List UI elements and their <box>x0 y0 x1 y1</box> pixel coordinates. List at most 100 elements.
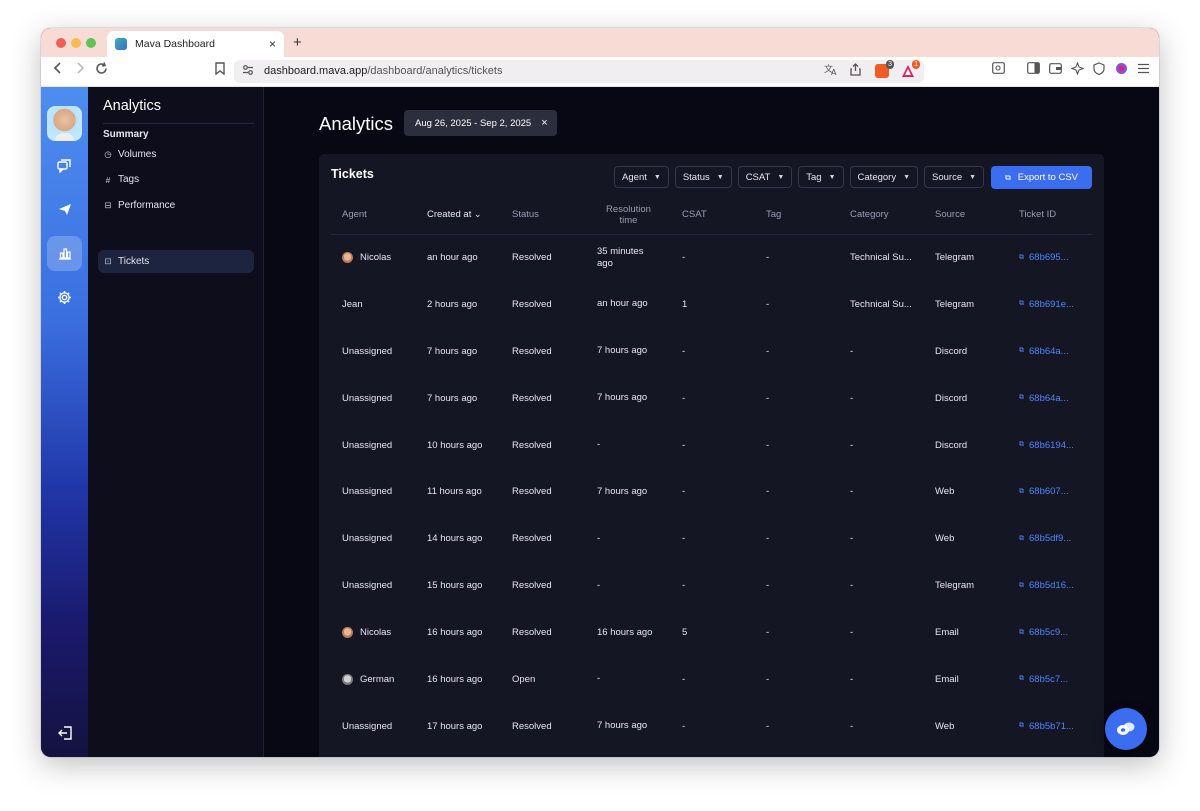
ticket-id-link[interactable]: ⧉ 68b607... <box>1019 486 1092 497</box>
maximize-window-button[interactable] <box>86 38 96 48</box>
ticket-id-link[interactable]: ⧉ 68b5c7... <box>1019 674 1092 685</box>
table-row[interactable]: Nicolas an hour ago Resolved 35 minutes ago… <box>331 234 1092 281</box>
cell-resolution-time-text: 7 hours ago <box>597 485 648 497</box>
cell-source-text: Web <box>935 486 955 498</box>
cell-csat-text: - <box>682 720 686 732</box>
filter-tag-dropdown[interactable]: Tag ▼ <box>798 166 844 188</box>
chevron-down-icon: ▼ <box>828 173 836 181</box>
ticket-id-link[interactable]: ⧉ 68b695... <box>1019 252 1092 263</box>
column-header-status[interactable]: Status <box>501 196 586 235</box>
cell-tag: - <box>755 562 839 609</box>
filter-status-dropdown[interactable]: Status ▼ <box>674 166 732 188</box>
site-settings-icon[interactable] <box>242 64 254 79</box>
reader-mode-icon[interactable] <box>989 62 1007 77</box>
sidebar-item-performance[interactable]: ⊟ Performance <box>98 194 254 217</box>
cell-agent: Nicolas <box>331 234 416 281</box>
analytics-nav-button[interactable] <box>47 236 82 271</box>
cell-category: - <box>839 562 924 609</box>
cell-created-at-text: 17 hours ago <box>427 720 483 732</box>
sidebar-item-tickets[interactable]: ⊡ Tickets <box>98 250 254 273</box>
ticket-id-link[interactable]: ⧉ 68b64a... <box>1019 393 1092 404</box>
table-row[interactable]: German 16 hours ago Open - - - - Email ⧉ 68b5c7..… <box>331 656 1092 703</box>
menu-icon[interactable] <box>1134 62 1152 77</box>
table-row[interactable]: Unassigned 11 hours ago Resolved 7 hours ag… <box>331 468 1092 515</box>
filter-agent-dropdown[interactable]: Agent ▼ <box>614 166 669 188</box>
cell-created-at-text: 11 hours ago <box>427 486 482 498</box>
vpn-shield-icon[interactable] <box>1090 62 1108 78</box>
share-icon[interactable] <box>850 63 861 79</box>
ticket-id-link[interactable]: ⧉ 68b64a... <box>1019 346 1092 357</box>
cell-source: Telegram <box>924 234 1008 281</box>
minimize-window-button[interactable] <box>71 38 81 48</box>
column-header-csat[interactable]: CSAT <box>671 196 755 235</box>
column-header-created-at[interactable]: Created at ⌄ <box>416 196 501 235</box>
column-header-resolution-time[interactable]: Resolution time <box>586 196 671 235</box>
ticket-id-text: 68b5df9... <box>1029 533 1072 545</box>
cell-ticket-id: ⧉ 68b64a... <box>1008 328 1092 375</box>
filter-category-dropdown[interactable]: Category ▼ <box>849 166 919 188</box>
sidebar-toggle-icon[interactable] <box>1024 62 1042 77</box>
table-row[interactable]: Nicolas 16 hours ago Resolved 16 hours ago 5… <box>331 609 1092 656</box>
table-row[interactable]: Unassigned 14 hours ago Resolved - - - - Web ⧉ 68… <box>331 515 1092 562</box>
back-icon[interactable] <box>49 62 67 77</box>
broadcast-nav-button[interactable] <box>47 192 82 227</box>
tab-close-icon[interactable]: × <box>269 37 276 51</box>
cell-category-text: - <box>850 533 854 545</box>
clear-date-icon[interactable]: × <box>541 117 547 129</box>
ticket-id-link[interactable]: ⧉ 68b6194... <box>1019 440 1092 451</box>
address-bar[interactable]: dashboard.mava.app/dashboard/analytics/t… <box>234 60 924 83</box>
table-row[interactable]: Unassigned 10 hours ago Resolved - - - - Discor… <box>331 422 1092 469</box>
column-header-source[interactable]: Source <box>924 196 1008 235</box>
profile-icon[interactable] <box>1112 62 1130 78</box>
pie-icon: ◷ <box>104 149 112 159</box>
reload-icon[interactable] <box>92 62 110 78</box>
agent-name: Unassigned <box>342 720 393 732</box>
column-header-agent[interactable]: Agent <box>331 196 416 235</box>
bookmark-icon[interactable] <box>211 62 229 78</box>
table-row[interactable]: Unassigned 7 hours ago Resolved 7 hours ago… <box>331 375 1092 422</box>
sidebar-item-tags[interactable]: # Tags <box>98 168 254 191</box>
table-row[interactable]: Unassigned 15 hours ago Resolved - - - - Telegr… <box>331 562 1092 609</box>
ticket-id-link[interactable]: ⧉ 68b691e... <box>1019 299 1092 310</box>
support-chat-button[interactable] <box>1105 708 1147 750</box>
translate-icon[interactable]: 文A <box>824 63 838 79</box>
table-row[interactable]: Unassigned 17 hours ago Resolved 7 hours ag… <box>331 703 1092 750</box>
cell-resolution-time-text: - <box>597 532 601 544</box>
ticket-id-link[interactable]: ⧉ 68b5df9... <box>1019 533 1092 544</box>
column-header-tag[interactable]: Tag <box>755 196 839 235</box>
column-header-category[interactable]: Category <box>839 196 924 235</box>
cell-category-text: - <box>850 720 854 732</box>
ticket-id-link[interactable]: ⧉ 68b5d16... <box>1019 580 1092 591</box>
user-avatar[interactable] <box>47 106 82 141</box>
table-row[interactable]: Jean 2 hours ago Resolved an hour ago 1 - Tech… <box>331 281 1092 328</box>
tickets-table-body: Nicolas an hour ago Resolved 35 minutes ago… <box>331 234 1092 750</box>
sidebar-item-label: Tags <box>118 174 140 185</box>
date-range-chip[interactable]: Aug 26, 2025 - Sep 2, 2025 × <box>404 110 557 136</box>
brave-shields-icon[interactable]: 3 <box>875 60 894 78</box>
sidebar-item-volumes[interactable]: ◷ Volumes <box>98 143 254 166</box>
ticket-id-text: 68b6194... <box>1029 439 1074 451</box>
agent-name: Unassigned <box>342 486 393 498</box>
ticket-id-link[interactable]: ⧉ 68b5c9... <box>1019 627 1092 638</box>
table-row[interactable]: Unassigned 7 hours ago Resolved 7 hours ago… <box>331 328 1092 375</box>
page-title: Analytics <box>319 113 394 134</box>
inbox-nav-button[interactable] <box>47 148 82 183</box>
filter-csat-dropdown[interactable]: CSAT ▼ <box>737 166 793 188</box>
forward-icon[interactable] <box>71 62 89 77</box>
export-csv-button[interactable]: ⧉ Export to CSV <box>991 166 1092 189</box>
agent-avatar <box>342 252 353 264</box>
new-tab-button[interactable]: + <box>293 34 302 51</box>
ticket-id-link[interactable]: ⧉ 68b5b71... <box>1019 721 1092 732</box>
logout-button[interactable] <box>47 715 82 750</box>
cell-tag-text: - <box>766 252 770 264</box>
cell-category: - <box>839 515 924 562</box>
close-window-button[interactable] <box>56 38 66 48</box>
brave-rewards-icon[interactable]: 1 <box>901 60 920 78</box>
settings-nav-button[interactable] <box>47 280 82 315</box>
leo-ai-icon[interactable] <box>1068 61 1086 78</box>
ticket-id-text: 68b607... <box>1029 486 1069 498</box>
column-header-ticket-id[interactable]: Ticket ID <box>1008 196 1092 235</box>
browser-tab[interactable]: Mava Dashboard × <box>107 31 284 57</box>
filter-source-dropdown[interactable]: Source ▼ <box>924 166 985 188</box>
wallet-icon[interactable] <box>1046 62 1064 77</box>
